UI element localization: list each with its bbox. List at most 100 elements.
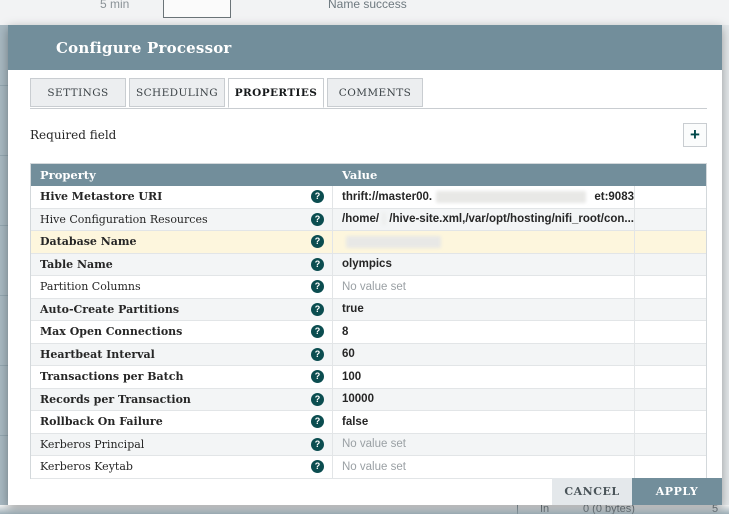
row-spacer-cell: [635, 344, 706, 366]
row-spacer-cell: [635, 389, 706, 411]
canvas-background-top: 5 min Name success: [0, 0, 729, 25]
redacted-value: [436, 190, 587, 203]
property-name-cell: Database Name?: [31, 231, 333, 253]
property-value-text: thrift://master00.: [342, 190, 433, 203]
help-icon[interactable]: ?: [311, 437, 324, 451]
property-value-cell[interactable]: olympics: [333, 253, 635, 275]
table-row: Max Open Connections? 8: [31, 321, 706, 344]
table-row: Table Name? olympics: [31, 253, 706, 276]
table-row: Hive Configuration Resources? /home/ /hive…: [31, 208, 706, 231]
row-spacer-cell: [635, 276, 706, 298]
row-spacer-cell: [635, 209, 706, 231]
property-name: Kerberos Keytab: [40, 460, 133, 474]
property-value-cell[interactable]: No value set: [333, 276, 635, 298]
dialog-title: Configure Processor: [56, 38, 232, 57]
property-value-text: 100: [342, 370, 362, 383]
redacted-value: [346, 235, 441, 248]
property-name: Max Open Connections: [40, 325, 183, 339]
property-value-cell[interactable]: false: [333, 411, 635, 433]
help-icon[interactable]: ?: [311, 460, 324, 474]
connection-label: Name success: [328, 0, 407, 11]
property-name: Database Name: [40, 235, 137, 249]
property-value-text: true: [342, 303, 364, 316]
help-icon[interactable]: ?: [311, 235, 324, 249]
property-value-text: et:9083: [594, 190, 634, 203]
table-row: Transactions per Batch? 100: [31, 366, 706, 389]
property-value-cell[interactable]: 100: [333, 366, 635, 388]
property-name-cell: Partition Columns?: [31, 276, 333, 298]
table-row: Kerberos Principal? No value set: [31, 433, 706, 456]
canvas-background-bottom: In 0 (0 bytes) 5 m: [0, 503, 729, 514]
table-row: Records per Transaction? 10000: [31, 388, 706, 411]
property-value-text: 8: [342, 325, 349, 338]
property-value-text: /hive-site.xml,/var/opt/hosting/nifi_roo…: [389, 213, 634, 226]
properties-table-body: Hive Metastore URI? thrift://master00. et:…: [31, 186, 706, 479]
property-name-cell: Hive Configuration Resources?: [31, 208, 333, 230]
help-icon[interactable]: ?: [311, 415, 324, 429]
row-spacer-cell: [635, 231, 706, 253]
row-spacer-cell: [635, 434, 706, 456]
help-icon[interactable]: ?: [311, 190, 324, 204]
property-name: Transactions per Batch: [40, 370, 184, 384]
row-spacer-cell: [635, 456, 706, 478]
help-icon[interactable]: ?: [311, 212, 324, 226]
table-row: Database Name?: [31, 231, 706, 254]
help-icon[interactable]: ?: [311, 257, 324, 271]
plus-icon: +: [690, 125, 700, 144]
property-value-text: 10000: [342, 393, 374, 406]
tab-comments[interactable]: COMMENTS: [327, 78, 423, 107]
property-name: Table Name: [40, 257, 113, 271]
add-property-button[interactable]: +: [683, 123, 707, 147]
property-name: Heartbeat Interval: [40, 347, 155, 361]
help-icon[interactable]: ?: [311, 280, 324, 294]
property-name: Rollback On Failure: [40, 415, 163, 429]
table-row: Auto-Create Partitions? true: [31, 298, 706, 321]
table-row: Partition Columns? No value set: [31, 276, 706, 299]
cancel-button[interactable]: CANCEL: [552, 478, 632, 505]
property-name: Hive Metastore URI: [40, 190, 163, 204]
property-value-cell[interactable]: [333, 231, 635, 253]
property-name-cell: Table Name?: [31, 253, 333, 275]
tab-scheduling[interactable]: SCHEDULING: [129, 78, 225, 107]
column-header-value: Value: [342, 168, 378, 182]
property-value-cell[interactable]: thrift://master00. et:9083: [333, 186, 635, 208]
help-icon[interactable]: ?: [311, 302, 324, 316]
property-value-cell[interactable]: No value set: [333, 456, 635, 478]
table-row: Heartbeat Interval? 60: [31, 343, 706, 366]
help-icon[interactable]: ?: [311, 325, 324, 339]
property-name: Partition Columns: [40, 280, 141, 294]
table-toolbar: Required field +: [30, 115, 707, 155]
row-spacer-cell: [635, 254, 706, 276]
property-value-cell[interactable]: /home/ /hive-site.xml,/var/opt/hosting/ni…: [333, 208, 635, 230]
property-value-text: No value set: [342, 280, 406, 293]
tab-settings[interactable]: SETTINGS: [30, 78, 126, 107]
property-value-cell[interactable]: 60: [333, 343, 635, 365]
row-spacer-cell: [635, 186, 706, 208]
dialog-footer: CANCEL APPLY: [552, 478, 722, 505]
property-value-cell[interactable]: 10000: [333, 388, 635, 410]
help-icon[interactable]: ?: [311, 370, 324, 384]
property-name-cell: Auto-Create Partitions?: [31, 298, 333, 320]
table-row: Kerberos Keytab? No value set: [31, 456, 706, 479]
row-spacer-cell: [635, 366, 706, 388]
row-spacer-cell: [635, 321, 706, 343]
property-value-cell[interactable]: true: [333, 298, 635, 320]
apply-button[interactable]: APPLY: [632, 478, 722, 505]
tab-properties[interactable]: PROPERTIES: [228, 78, 324, 108]
property-name-cell: Records per Transaction?: [31, 388, 333, 410]
property-name-cell: Rollback On Failure?: [31, 411, 333, 433]
property-name: Hive Configuration Resources: [40, 212, 208, 226]
row-spacer-cell: [635, 411, 706, 433]
configure-processor-dialog: Configure Processor SETTINGS SCHEDULING PR…: [8, 25, 722, 505]
properties-table-header: Property Value: [31, 164, 706, 186]
canvas-background-right: [722, 25, 729, 505]
property-value-cell[interactable]: 8: [333, 321, 635, 343]
help-icon[interactable]: ?: [311, 392, 324, 406]
property-value-cell[interactable]: No value set: [333, 433, 635, 455]
property-name: Records per Transaction: [40, 392, 191, 406]
property-name: Kerberos Principal: [40, 437, 145, 451]
property-value-text: No value set: [342, 460, 406, 473]
help-icon[interactable]: ?: [311, 347, 324, 361]
property-name-cell: Kerberos Keytab?: [31, 456, 333, 478]
canvas-divider: [517, 505, 518, 514]
